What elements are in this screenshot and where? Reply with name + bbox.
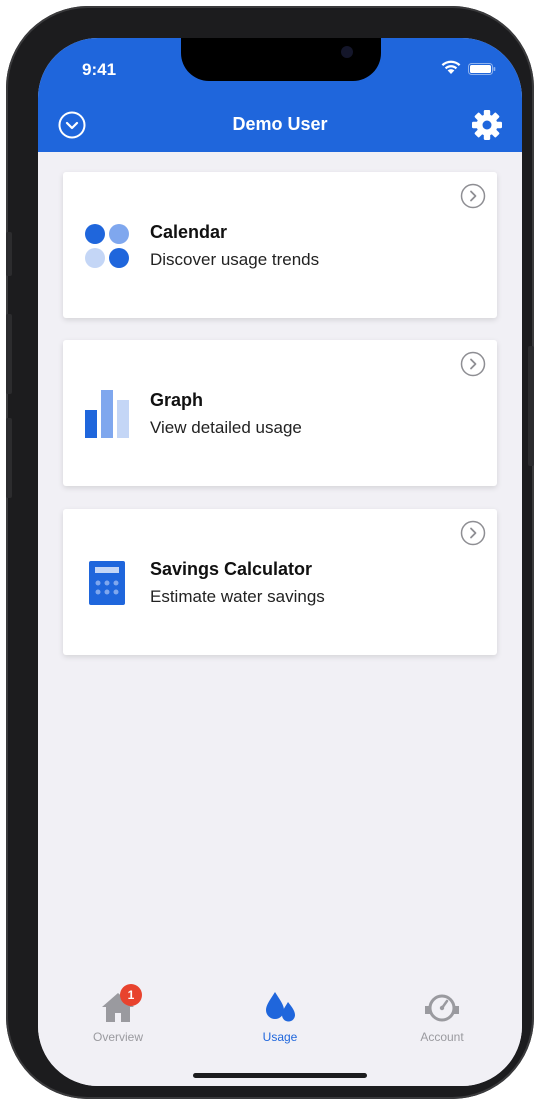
page-title: Demo User	[232, 114, 328, 134]
battery-icon	[468, 63, 496, 75]
meter-gauge-icon	[425, 994, 459, 1022]
status-time: 9:41	[82, 60, 117, 79]
notification-badge: 1	[120, 984, 142, 1006]
card-subtitle: Estimate water savings	[150, 587, 325, 606]
wifi-icon	[441, 60, 461, 74]
card-subtitle: View detailed usage	[150, 418, 302, 437]
app-header: 9:41 Demo User	[38, 38, 522, 152]
home-indicator[interactable]	[193, 1073, 367, 1078]
tab-bar: 1 Overview Usage Account	[38, 984, 522, 1086]
mute-switch	[6, 232, 12, 276]
notch	[181, 38, 381, 81]
chevron-right-circle-icon	[460, 351, 486, 377]
calendar-dots-icon	[85, 224, 129, 268]
phone-frame: 9:41 Demo User Calendar Discover usage t…	[6, 6, 534, 1099]
tab-label: Usage	[262, 1030, 298, 1044]
bar-graph-icon	[85, 390, 129, 438]
volume-up-button	[6, 314, 12, 394]
power-button	[528, 346, 534, 466]
calculator-icon	[89, 561, 125, 605]
tab-overview[interactable]: 1 Overview	[58, 984, 178, 1050]
card-graph[interactable]: Graph View detailed usage	[63, 340, 497, 486]
volume-down-button	[6, 418, 12, 498]
card-subtitle: Discover usage trends	[150, 250, 320, 269]
chevron-right-circle-icon	[460, 520, 486, 546]
chevron-right-circle-icon	[460, 183, 486, 209]
tab-label: Account	[420, 1030, 464, 1044]
tab-usage[interactable]: Usage	[220, 990, 340, 1050]
water-drops-icon	[266, 992, 295, 1022]
camera-icon	[341, 46, 353, 58]
card-savings-calculator[interactable]: Savings Calculator Estimate water saving…	[63, 509, 497, 655]
screen: 9:41 Demo User Calendar Discover usage t…	[38, 38, 522, 1086]
tab-account[interactable]: Account	[382, 990, 502, 1050]
gear-icon[interactable]	[471, 109, 503, 141]
card-title: Savings Calculator	[150, 559, 313, 579]
card-title: Calendar	[150, 222, 228, 242]
card-calendar[interactable]: Calendar Discover usage trends	[63, 172, 497, 318]
tab-label: Overview	[92, 1030, 143, 1044]
card-title: Graph	[150, 390, 204, 410]
